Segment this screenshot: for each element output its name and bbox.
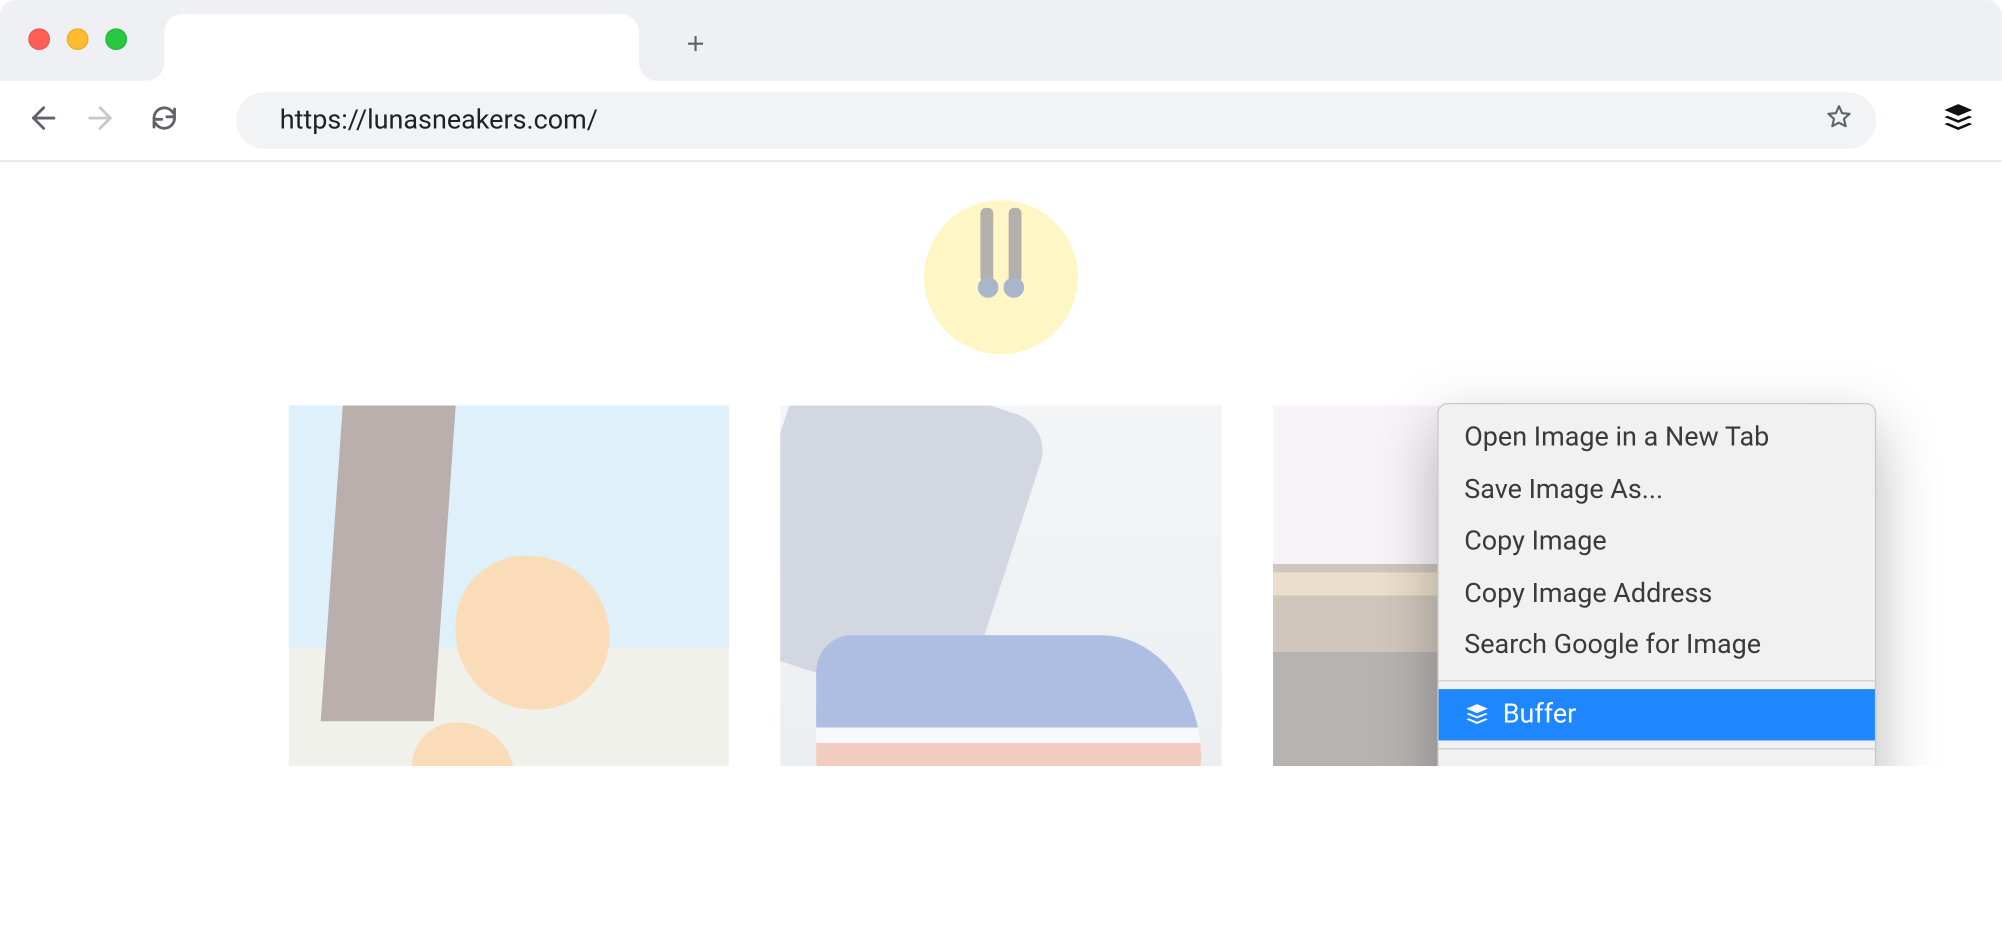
- fullscreen-window-button[interactable]: [105, 28, 127, 50]
- minimize-window-button[interactable]: [67, 28, 89, 50]
- buffer-icon: [1464, 702, 1490, 728]
- page-content: Open Image in a New Tab Save Image As...…: [0, 162, 2002, 766]
- context-menu: Open Image in a New Tab Save Image As...…: [1437, 403, 1876, 766]
- reload-icon: [149, 103, 180, 139]
- menu-search-google-image[interactable]: Search Google for Image: [1439, 620, 1875, 672]
- menu-buffer[interactable]: Buffer: [1439, 689, 1875, 741]
- bookmark-button[interactable]: [1825, 103, 1853, 139]
- tab-strip: [0, 0, 2002, 81]
- menu-save-image-as[interactable]: Save Image As...: [1439, 464, 1875, 516]
- forward-button[interactable]: [74, 92, 130, 148]
- window-controls: [28, 28, 127, 50]
- menu-open-image-new-tab[interactable]: Open Image in a New Tab: [1439, 412, 1875, 464]
- address-bar[interactable]: https://lunasneakers.com/: [236, 92, 1876, 148]
- buffer-extension-button[interactable]: [1933, 95, 1984, 146]
- arrow-left-icon: [26, 103, 57, 139]
- new-tab-button[interactable]: [675, 21, 716, 70]
- browser-window: https://lunasneakers.com/: [0, 0, 2002, 766]
- buffer-icon: [1942, 101, 1975, 139]
- menu-label: Search Google for Image: [1464, 625, 1761, 667]
- gallery-image[interactable]: [781, 406, 1222, 766]
- menu-copy-image[interactable]: Copy Image: [1439, 516, 1875, 568]
- browser-tab[interactable]: [164, 14, 639, 81]
- site-logo: [924, 200, 1078, 354]
- close-window-button[interactable]: [28, 28, 50, 50]
- toolbar: https://lunasneakers.com/: [0, 81, 2002, 162]
- star-icon: [1825, 108, 1853, 139]
- menu-label: Open Image in a New Tab: [1464, 417, 1769, 459]
- menu-separator: [1439, 680, 1875, 681]
- arrow-right-icon: [87, 103, 118, 139]
- reload-button[interactable]: [136, 92, 192, 148]
- plus-icon: [683, 26, 709, 64]
- menu-label: Inspect: [1464, 763, 1552, 766]
- url-text: https://lunasneakers.com/: [280, 105, 1825, 136]
- menu-separator: [1439, 749, 1875, 750]
- menu-label: Copy Image Address: [1464, 573, 1712, 615]
- back-button[interactable]: [13, 92, 69, 148]
- gallery-image[interactable]: [289, 406, 730, 766]
- menu-copy-image-address[interactable]: Copy Image Address: [1439, 568, 1875, 620]
- menu-inspect[interactable]: Inspect: [1439, 758, 1875, 766]
- menu-label: Buffer: [1503, 694, 1577, 736]
- menu-label: Copy Image: [1464, 521, 1606, 563]
- menu-label: Save Image As...: [1464, 469, 1663, 511]
